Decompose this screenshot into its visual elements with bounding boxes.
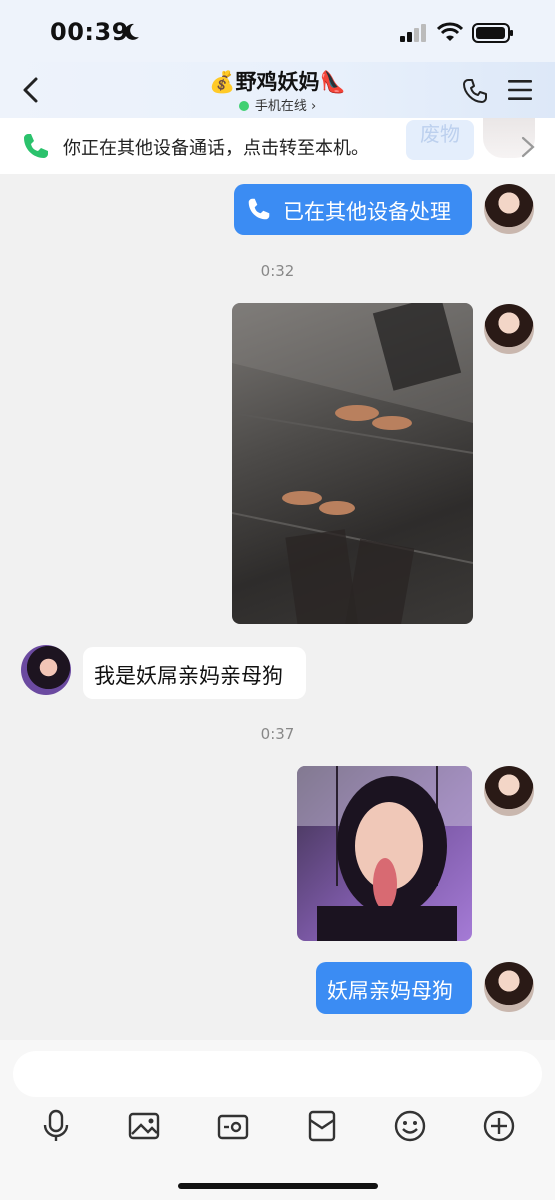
my-avatar[interactable] bbox=[484, 184, 534, 234]
message-input[interactable] bbox=[13, 1051, 542, 1097]
call-status-text: 已在其他设备处理 bbox=[283, 200, 451, 224]
status-bar: 00:39 bbox=[0, 0, 555, 62]
nickname-tag: 废物 bbox=[406, 120, 474, 160]
online-dot-icon bbox=[238, 101, 249, 111]
my-avatar[interactable] bbox=[484, 962, 534, 1012]
sent-photo[interactable] bbox=[232, 303, 473, 624]
chevron-right-icon: › bbox=[310, 99, 317, 114]
chat-header: 💰野鸡妖妈👠 手机在线 › bbox=[0, 62, 555, 118]
cellular-signal-icon bbox=[400, 24, 426, 42]
microphone-icon[interactable] bbox=[38, 1108, 74, 1144]
wifi-icon bbox=[437, 22, 463, 41]
outgoing-message-text: 妖屌亲妈母狗 bbox=[327, 979, 453, 1003]
chevron-right-icon[interactable] bbox=[520, 136, 536, 158]
my-avatar[interactable] bbox=[484, 766, 534, 816]
timestamp: 0:37 bbox=[260, 725, 295, 743]
online-status-text: 手机在线 bbox=[254, 99, 307, 114]
moon-icon bbox=[124, 23, 139, 40]
incoming-message-bubble[interactable]: 我是妖屌亲妈亲母狗 bbox=[83, 647, 306, 699]
timestamp: 0:32 bbox=[260, 262, 295, 280]
menu-icon[interactable] bbox=[507, 78, 533, 102]
sent-photo[interactable] bbox=[297, 766, 472, 941]
photo-illustration bbox=[297, 766, 472, 941]
emoji-icon[interactable] bbox=[392, 1108, 428, 1144]
call-transfer-text: 你正在其他设备通话，点击转至本机。 bbox=[63, 138, 369, 159]
home-indicator[interactable] bbox=[178, 1183, 378, 1189]
incoming-message-text: 我是妖屌亲妈亲母狗 bbox=[94, 664, 283, 688]
my-avatar[interactable] bbox=[484, 304, 534, 354]
call-transfer-banner[interactable]: 你正在其他设备通话，点击转至本机。 废物 bbox=[0, 118, 555, 174]
phone-call-icon bbox=[248, 198, 270, 220]
call-status-bubble[interactable]: 已在其他设备处理 bbox=[234, 184, 472, 235]
image-icon[interactable] bbox=[126, 1108, 162, 1144]
contact-avatar[interactable] bbox=[21, 645, 71, 695]
call-icon bbox=[24, 134, 48, 158]
phone-icon[interactable] bbox=[461, 77, 489, 105]
plus-icon[interactable] bbox=[481, 1108, 517, 1144]
photo-illustration bbox=[232, 303, 473, 624]
camera-icon[interactable] bbox=[215, 1108, 251, 1144]
envelope-icon[interactable] bbox=[304, 1108, 340, 1144]
battery-icon bbox=[472, 23, 513, 43]
outgoing-message-bubble[interactable]: 妖屌亲妈母狗 bbox=[316, 962, 472, 1014]
clock: 00:39 bbox=[50, 18, 129, 46]
